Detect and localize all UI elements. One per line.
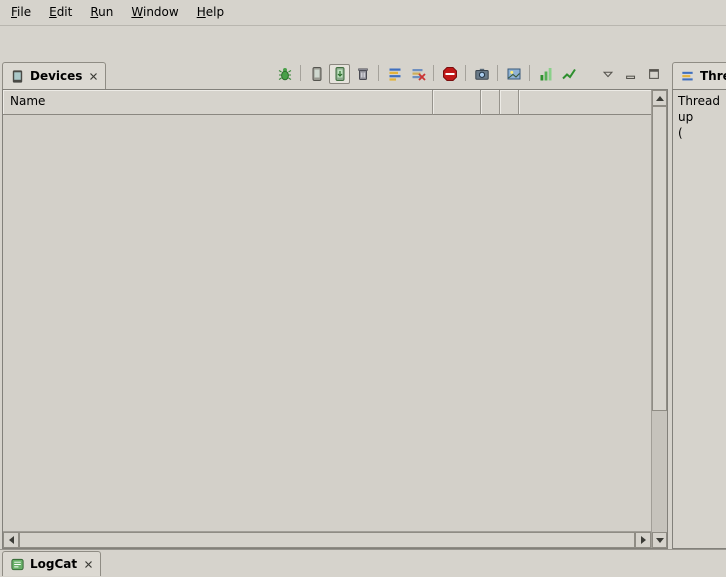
device-table: Name [2,89,668,549]
toolbar-separator [465,65,466,81]
screen-capture-icon[interactable] [471,64,492,84]
vertical-scroll-track[interactable] [652,411,667,532]
dump-hprof-icon[interactable] [329,64,350,84]
toolbar-separator [433,65,434,81]
column-header-port[interactable] [519,90,651,115]
menu-help[interactable]: Help [188,0,233,25]
column-header-spacer1[interactable] [481,90,500,115]
main-area: Devices [0,59,726,549]
toolbar-separator [497,65,498,81]
menubar: FileEditRunWindowHelp [0,0,726,26]
vertical-scroll-thumb[interactable] [652,106,667,411]
scroll-left-button[interactable] [3,532,19,548]
toolbar-strip [0,26,726,59]
menu-window[interactable]: Window [122,0,187,25]
threads-view: Threa Thread up ( [672,59,726,549]
stop-process-icon[interactable] [439,64,460,84]
tab-threads[interactable]: Threa [672,62,726,89]
threads-tabbar: Threa [672,59,726,89]
horizontal-scrollbar[interactable] [3,531,651,548]
stop-method-profiling-icon[interactable] [407,64,428,84]
system-info-icon[interactable] [535,64,556,84]
logcat-icon [10,557,25,572]
arrow-right-icon [641,536,646,544]
device-table-body [3,115,651,531]
toolbar-separator [529,65,530,81]
arrow-down-icon [656,538,664,543]
arrow-up-icon [656,96,664,101]
profiling-chart-icon[interactable] [558,64,579,84]
vertical-scrollbar[interactable] [651,90,667,548]
cause-gc-icon[interactable] [352,64,373,84]
tab-logcat[interactable]: LogCat [2,551,101,576]
tab-threads-label: Threa [700,69,726,83]
menu-file[interactable]: File [2,0,40,25]
tab-devices-label: Devices [30,69,82,83]
scroll-right-button[interactable] [635,532,651,548]
arrow-left-icon [9,536,14,544]
toolbar-separator [300,65,301,81]
devices-toolbar [274,64,668,89]
column-header-spacer2[interactable] [500,90,519,115]
update-threads-icon[interactable] [384,64,405,84]
menu-edit[interactable]: Edit [40,0,81,25]
menu-run[interactable]: Run [81,0,122,25]
maximize-icon[interactable] [643,64,664,84]
threads-message-line1: Thread up [678,93,726,125]
close-icon[interactable] [84,560,93,569]
update-heap-icon[interactable] [306,64,327,84]
debug-process-icon[interactable] [274,64,295,84]
horizontal-scroll-thumb[interactable] [19,532,635,548]
screen-record-icon[interactable] [503,64,524,84]
close-icon[interactable] [89,72,98,81]
logcat-bar: LogCat [0,549,726,576]
toolbar-separator [378,65,379,81]
column-header-name[interactable]: Name [3,90,433,115]
table-header: Name [3,90,651,115]
threads-content: Thread up ( [672,89,726,549]
scroll-up-button[interactable] [652,90,667,106]
device-icon [10,69,25,84]
tab-logcat-label: LogCat [30,557,77,571]
threads-message-line2: ( [678,125,726,141]
scroll-down-button[interactable] [652,532,667,548]
view-menu-icon[interactable] [597,64,618,84]
threads-icon [680,69,695,84]
column-header-pid[interactable] [433,90,481,115]
tab-devices[interactable]: Devices [2,62,106,89]
devices-tabbar: Devices [2,59,668,89]
minimize-icon[interactable] [620,64,641,84]
devices-view: Devices [2,59,668,549]
